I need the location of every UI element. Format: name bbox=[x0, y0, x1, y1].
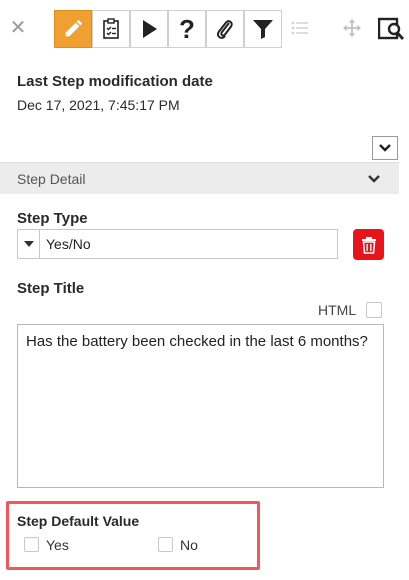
move-button bbox=[340, 16, 364, 40]
yes-checkbox[interactable] bbox=[24, 537, 39, 552]
html-checkbox[interactable] bbox=[366, 302, 382, 318]
list-button bbox=[288, 16, 312, 40]
no-label: No bbox=[180, 537, 198, 553]
chevron-down-icon bbox=[379, 144, 391, 152]
edit-button[interactable] bbox=[54, 10, 92, 48]
step-type-label: Step Type bbox=[17, 210, 88, 227]
delete-button[interactable] bbox=[353, 229, 384, 260]
filter-icon bbox=[253, 20, 273, 39]
step-detail-title: Step Detail bbox=[17, 171, 86, 187]
toolbar: ✕ ? bbox=[0, 0, 409, 58]
search-panel-icon bbox=[378, 17, 405, 40]
step-type-value: Yes/No bbox=[46, 236, 91, 252]
no-checkbox[interactable] bbox=[158, 537, 173, 552]
trash-icon bbox=[361, 236, 376, 254]
last-modified-label: Last Step modification date bbox=[17, 73, 213, 90]
dropdown-arrow-icon bbox=[18, 230, 40, 258]
search-panel-button[interactable] bbox=[378, 14, 408, 44]
default-value-label: Step Default Value bbox=[17, 513, 140, 529]
close-icon[interactable]: ✕ bbox=[8, 16, 28, 40]
step-detail-header[interactable]: Step Detail bbox=[0, 162, 399, 194]
play-icon bbox=[143, 20, 157, 38]
default-value-highlight bbox=[6, 501, 260, 570]
attachment-button[interactable] bbox=[206, 10, 244, 48]
pencil-icon bbox=[65, 19, 83, 37]
help-button[interactable]: ? bbox=[168, 10, 206, 48]
move-icon bbox=[343, 19, 361, 37]
step-title-label: Step Title bbox=[17, 280, 85, 297]
checklist-button[interactable] bbox=[92, 10, 130, 48]
last-modified-value: Dec 17, 2021, 7:45:17 PM bbox=[17, 97, 180, 113]
html-label: HTML bbox=[318, 302, 357, 318]
checklist-icon bbox=[103, 18, 119, 39]
step-title-input[interactable]: Has the battery been checked in the last… bbox=[17, 324, 384, 488]
paperclip-icon bbox=[216, 20, 233, 39]
chevron-down-icon bbox=[368, 175, 380, 183]
help-icon: ? bbox=[179, 14, 195, 44]
list-icon bbox=[291, 21, 308, 35]
collapse-button[interactable] bbox=[372, 136, 398, 160]
step-type-select[interactable]: Yes/No bbox=[17, 229, 338, 259]
yes-label: Yes bbox=[46, 537, 69, 553]
filter-button[interactable] bbox=[244, 10, 282, 48]
play-button[interactable] bbox=[130, 10, 168, 48]
